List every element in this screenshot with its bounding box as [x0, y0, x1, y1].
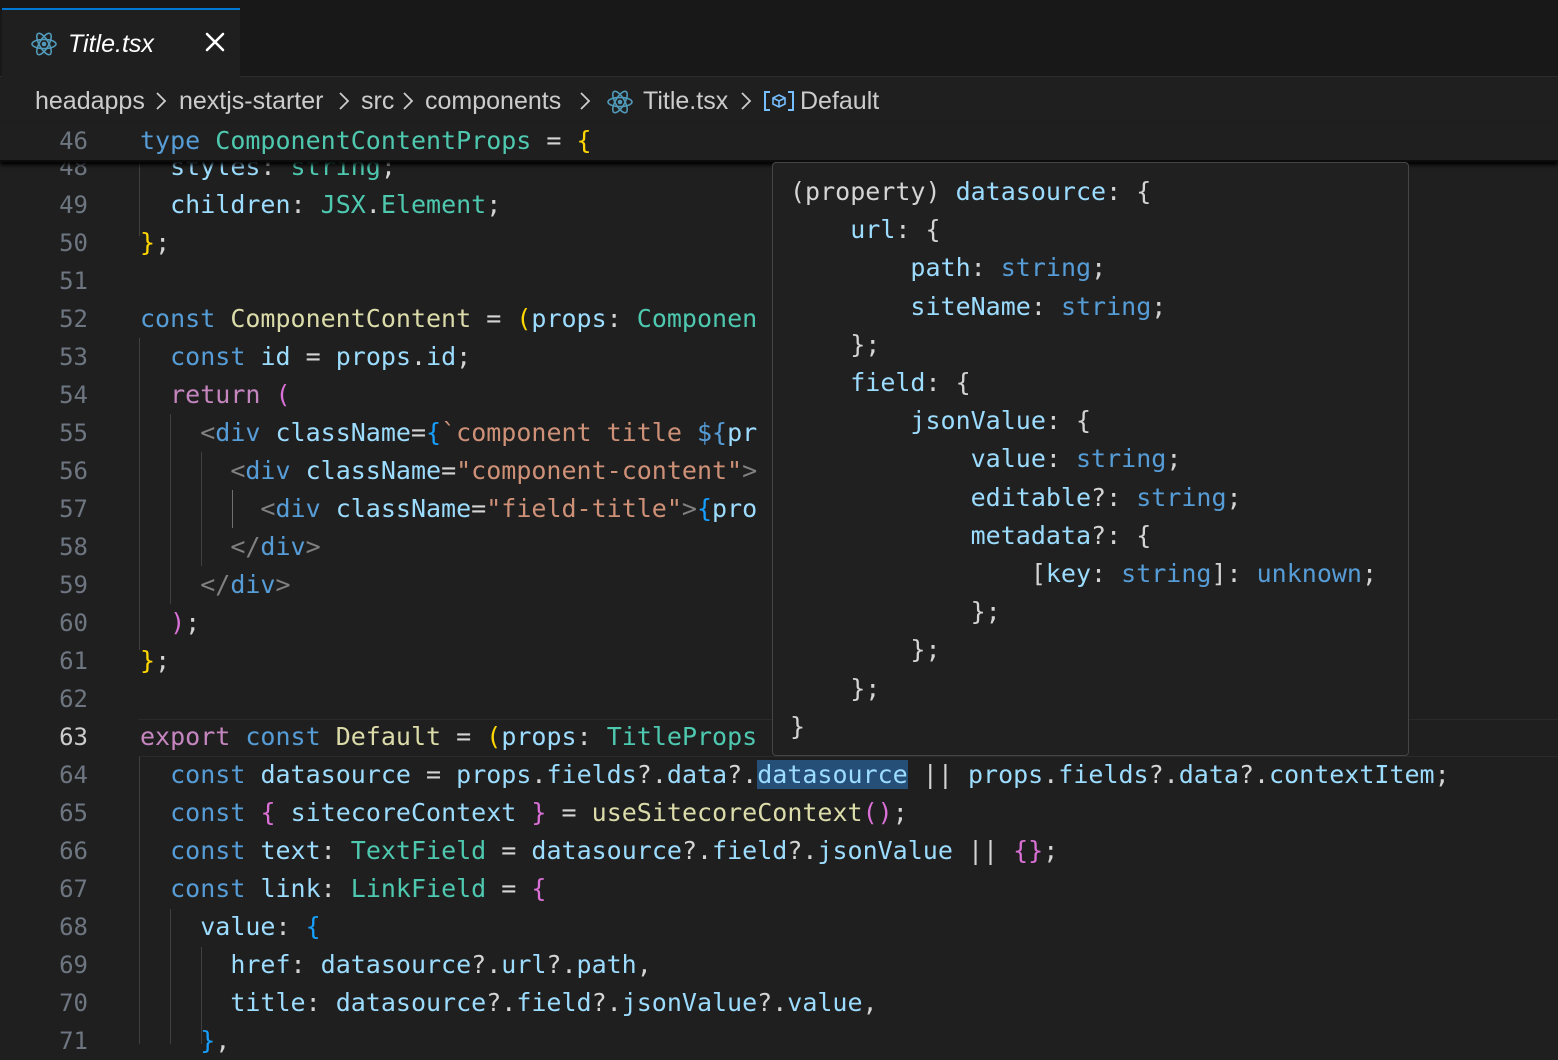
- code-text: },: [200, 1026, 231, 1055]
- code-text: </div>: [230, 532, 321, 561]
- code-text: const datasource = props.fields?.data?.d…: [170, 760, 1450, 789]
- line-number: 60: [59, 609, 88, 637]
- line-number: 64: [59, 761, 88, 789]
- code-text: <div className="component-content">: [230, 456, 758, 485]
- line-number: 51: [59, 267, 88, 295]
- line-number: 63: [59, 723, 88, 751]
- sticky-code-text: type ComponentContentProps = {: [140, 126, 592, 155]
- line-number: 61: [59, 647, 88, 675]
- line-number: 49: [59, 191, 88, 219]
- code-text: };: [140, 228, 171, 257]
- code-text: title: datasource?.field?.jsonValue?.val…: [230, 988, 878, 1017]
- line-number: 69: [59, 951, 88, 979]
- code-text: </div>: [200, 570, 291, 599]
- code-line: 68 value: {: [0, 908, 1558, 946]
- line-number: 71: [59, 1027, 88, 1055]
- code-text: export const Default = (props: TitleProp…: [140, 722, 758, 751]
- line-number: 66: [59, 837, 88, 865]
- code-text: href: datasource?.url?.path,: [230, 950, 652, 979]
- code-line: 69 href: datasource?.url?.path,: [0, 946, 1558, 984]
- line-number: 53: [59, 343, 88, 371]
- line-number: 57: [59, 495, 88, 523]
- code-text: value: {: [200, 912, 321, 941]
- line-number: 62: [59, 685, 88, 713]
- line-number: 46: [59, 127, 88, 155]
- line-number: 58: [59, 533, 88, 561]
- line-number: 54: [59, 381, 88, 409]
- code-text: <div className="field-title">{pro: [260, 494, 758, 523]
- sticky-scroll-line[interactable]: 46 type ComponentContentProps = {: [0, 122, 1558, 162]
- code-text: children: JSX.Element;: [170, 190, 502, 219]
- code-line: 65 const { sitecoreContext } = useSiteco…: [0, 794, 1558, 832]
- line-number: 59: [59, 571, 88, 599]
- line-number: 65: [59, 799, 88, 827]
- code-text: const text: TextField = datasource?.fiel…: [170, 836, 1059, 865]
- code-line: 71 },: [0, 1022, 1558, 1060]
- line-number: 56: [59, 457, 88, 485]
- code-text: const link: LinkField = {: [170, 874, 547, 903]
- line-number: 55: [59, 419, 88, 447]
- hover-content: (property) datasource: { url: { path: st…: [790, 177, 1378, 741]
- line-number: 70: [59, 989, 88, 1017]
- code-text: const ComponentContent = (props: Compone…: [140, 304, 758, 333]
- code-text: );: [170, 608, 201, 637]
- code-line: 70 title: datasource?.field?.jsonValue?.…: [0, 984, 1558, 1022]
- code-text: const { sitecoreContext } = useSitecoreC…: [170, 798, 908, 827]
- hover-tooltip: (property) datasource: { url: { path: st…: [772, 162, 1409, 756]
- code-text: <div className={`component title ${pr: [200, 418, 758, 447]
- code-line: 66 const text: TextField = datasource?.f…: [0, 832, 1558, 870]
- line-number: 68: [59, 913, 88, 941]
- code-line: 64 const datasource = props.fields?.data…: [0, 756, 1558, 794]
- line-number: 50: [59, 229, 88, 257]
- line-number: 67: [59, 875, 88, 903]
- code-text: const id = props.id;: [170, 342, 472, 371]
- code-text: return (: [170, 380, 291, 409]
- line-number: 52: [59, 305, 88, 333]
- code-line: 67 const link: LinkField = {: [0, 870, 1558, 908]
- code-text: };: [140, 646, 171, 675]
